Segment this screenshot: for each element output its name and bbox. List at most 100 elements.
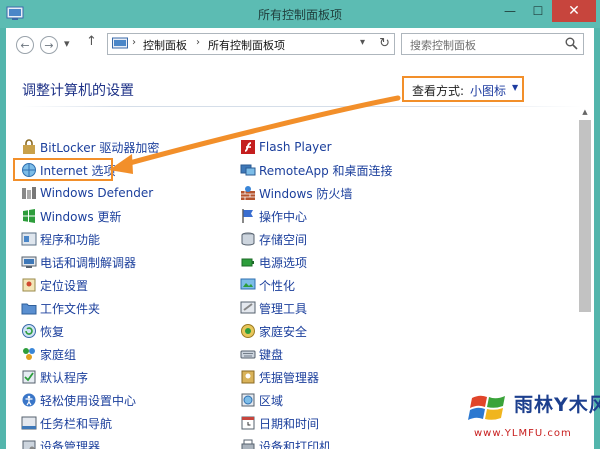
cp-item-default-programs[interactable]: 默认程序: [21, 367, 88, 387]
date-time-icon: [241, 416, 255, 430]
homegroup-icon: [23, 348, 35, 360]
admin-tools-icon: [240, 301, 256, 314]
cp-item-defender[interactable]: Windows Defender: [21, 183, 153, 203]
cp-item-label: 程序和功能: [40, 232, 101, 247]
cp-item-label: 区域: [259, 393, 284, 408]
dropdown-arrow-icon[interactable]: ▼: [512, 83, 518, 92]
address-bar[interactable]: › 控制面板 › 所有控制面板项 ▾ ↻: [107, 33, 395, 55]
family-safety-icon: [241, 324, 255, 338]
cp-item-region[interactable]: 区域: [240, 390, 283, 410]
refresh-button[interactable]: ↻: [379, 36, 390, 51]
cp-item-label: 默认程序: [40, 370, 89, 385]
minimize-button[interactable]: —: [496, 0, 524, 22]
cp-item-programs[interactable]: 程序和功能: [21, 229, 100, 249]
cp-item-recovery[interactable]: 恢复: [21, 321, 64, 341]
cp-item-label: 定位设置: [40, 278, 89, 293]
cp-item-homegroup[interactable]: 家庭组: [21, 344, 76, 364]
bitlocker-icon: [23, 139, 35, 154]
cp-item-admin-tools[interactable]: 管理工具: [240, 298, 307, 318]
power-icon: [241, 258, 254, 267]
programs-icon: [21, 232, 37, 246]
cp-item-ease-of-access[interactable]: 轻松使用设置中心: [21, 390, 136, 410]
credential-icon: [241, 370, 255, 384]
ease-of-access-icon: [22, 393, 36, 407]
defender-icon: [22, 187, 36, 199]
storage-spaces-icon: [241, 232, 255, 246]
cp-item-label: 设备和打印机: [259, 439, 332, 449]
cp-item-work-folders[interactable]: 工作文件夹: [21, 298, 100, 318]
breadcrumb-separator: ›: [132, 37, 136, 48]
cp-item-label: 个性化: [259, 278, 296, 293]
cp-item-keyboard[interactable]: 键盘: [240, 344, 283, 364]
cp-item-label: 恢复: [40, 324, 65, 339]
search-box[interactable]: 搜索控制面板: [401, 33, 584, 55]
search-icon[interactable]: [565, 37, 578, 50]
cp-item-storage-spaces[interactable]: 存储空间: [240, 229, 307, 249]
up-button[interactable]: ↑: [86, 34, 97, 49]
cp-item-firewall[interactable]: Windows 防火墙: [240, 183, 352, 203]
maximize-button[interactable]: ☐: [524, 0, 552, 22]
view-by-value[interactable]: 小图标: [470, 82, 506, 99]
cp-item-flash-player[interactable]: Flash Player: [240, 137, 332, 157]
control-panel-icon: [112, 37, 128, 49]
cp-item-label: 键盘: [259, 347, 284, 362]
cp-item-label: Windows 防火墙: [259, 186, 353, 201]
cp-item-label: 家庭组: [40, 347, 77, 362]
divider: [22, 106, 582, 107]
action-center-icon: [242, 209, 253, 223]
device-manager-icon: [22, 440, 36, 449]
cp-item-action-center[interactable]: 操作中心: [240, 206, 307, 226]
close-button[interactable]: ✕: [552, 0, 596, 22]
cp-item-bitlocker[interactable]: BitLocker 驱动器加密: [21, 137, 159, 157]
cp-item-label: RemoteApp 和桌面连接: [259, 163, 393, 178]
scroll-up-icon[interactable]: ▲: [577, 108, 593, 120]
cp-item-phone-modem[interactable]: 电话和调制解调器: [21, 252, 136, 272]
navigation-bar: ← → ▾ ↑ › 控制面板 › 所有控制面板项 ▾ ↻ 搜索控制面板: [6, 28, 594, 62]
cp-item-label: 家庭安全: [259, 324, 308, 339]
keyboard-icon: [240, 350, 256, 359]
cp-item-label: 电话和调制解调器: [40, 255, 137, 270]
page-title: 调整计算机的设置: [22, 83, 134, 99]
firewall-icon: [241, 186, 255, 200]
cp-item-remoteapp[interactable]: RemoteApp 和桌面连接: [240, 160, 393, 180]
default-programs-icon: [22, 370, 36, 384]
view-by-label: 查看方式:: [412, 84, 465, 98]
recent-locations-dropdown[interactable]: ▾: [64, 37, 70, 50]
cp-item-label: 工作文件夹: [40, 301, 101, 316]
cp-item-taskbar[interactable]: 任务栏和导航: [21, 413, 112, 433]
cp-item-label: 设备管理器: [40, 439, 101, 449]
title-bar[interactable]: 所有控制面板项 — ☐ ✕: [0, 0, 600, 28]
flash-icon: [241, 140, 255, 154]
windows-update-icon: [23, 209, 35, 223]
personalization-icon: [240, 278, 256, 290]
breadcrumb-separator: ›: [196, 37, 200, 48]
cp-item-date-time[interactable]: 日期和时间: [240, 413, 319, 433]
cp-item-label: 存储空间: [259, 232, 308, 247]
breadcrumb-control-panel[interactable]: 控制面板: [143, 37, 187, 53]
cp-item-power-options[interactable]: 电源选项: [240, 252, 307, 272]
remoteapp-icon: [240, 164, 256, 176]
cp-item-label: 日期和时间: [259, 416, 320, 431]
cp-item-family-safety[interactable]: 家庭安全: [240, 321, 307, 341]
recovery-icon: [22, 324, 36, 338]
view-by-selector[interactable]: 查看方式: 小图标 ▼: [402, 76, 524, 102]
breadcrumb-all-items[interactable]: 所有控制面板项: [208, 37, 285, 53]
address-dropdown-icon[interactable]: ▾: [360, 37, 365, 48]
cp-item-location[interactable]: 定位设置: [21, 275, 88, 295]
cp-item-personalization[interactable]: 个性化: [240, 275, 295, 295]
location-icon: [22, 278, 36, 292]
back-button[interactable]: ←: [16, 36, 34, 54]
cp-item-device-manager[interactable]: 设备管理器: [21, 436, 100, 449]
cp-item-label: Windows Defender: [40, 186, 154, 200]
cp-item-label: BitLocker 驱动器加密: [40, 140, 160, 155]
cp-item-credential-manager[interactable]: 凭据管理器: [240, 367, 319, 387]
search-placeholder: 搜索控制面板: [410, 39, 476, 52]
work-folders-icon: [21, 303, 37, 315]
taskbar-icon: [21, 416, 37, 430]
cp-item-windows-update[interactable]: Windows 更新: [21, 206, 121, 226]
scrollbar-thumb[interactable]: [579, 120, 591, 312]
cp-item-devices-printers[interactable]: 设备和打印机: [240, 436, 331, 449]
cp-item-label: 凭据管理器: [259, 370, 320, 385]
forward-button[interactable]: →: [40, 36, 58, 54]
cp-item-label: 管理工具: [259, 301, 308, 316]
